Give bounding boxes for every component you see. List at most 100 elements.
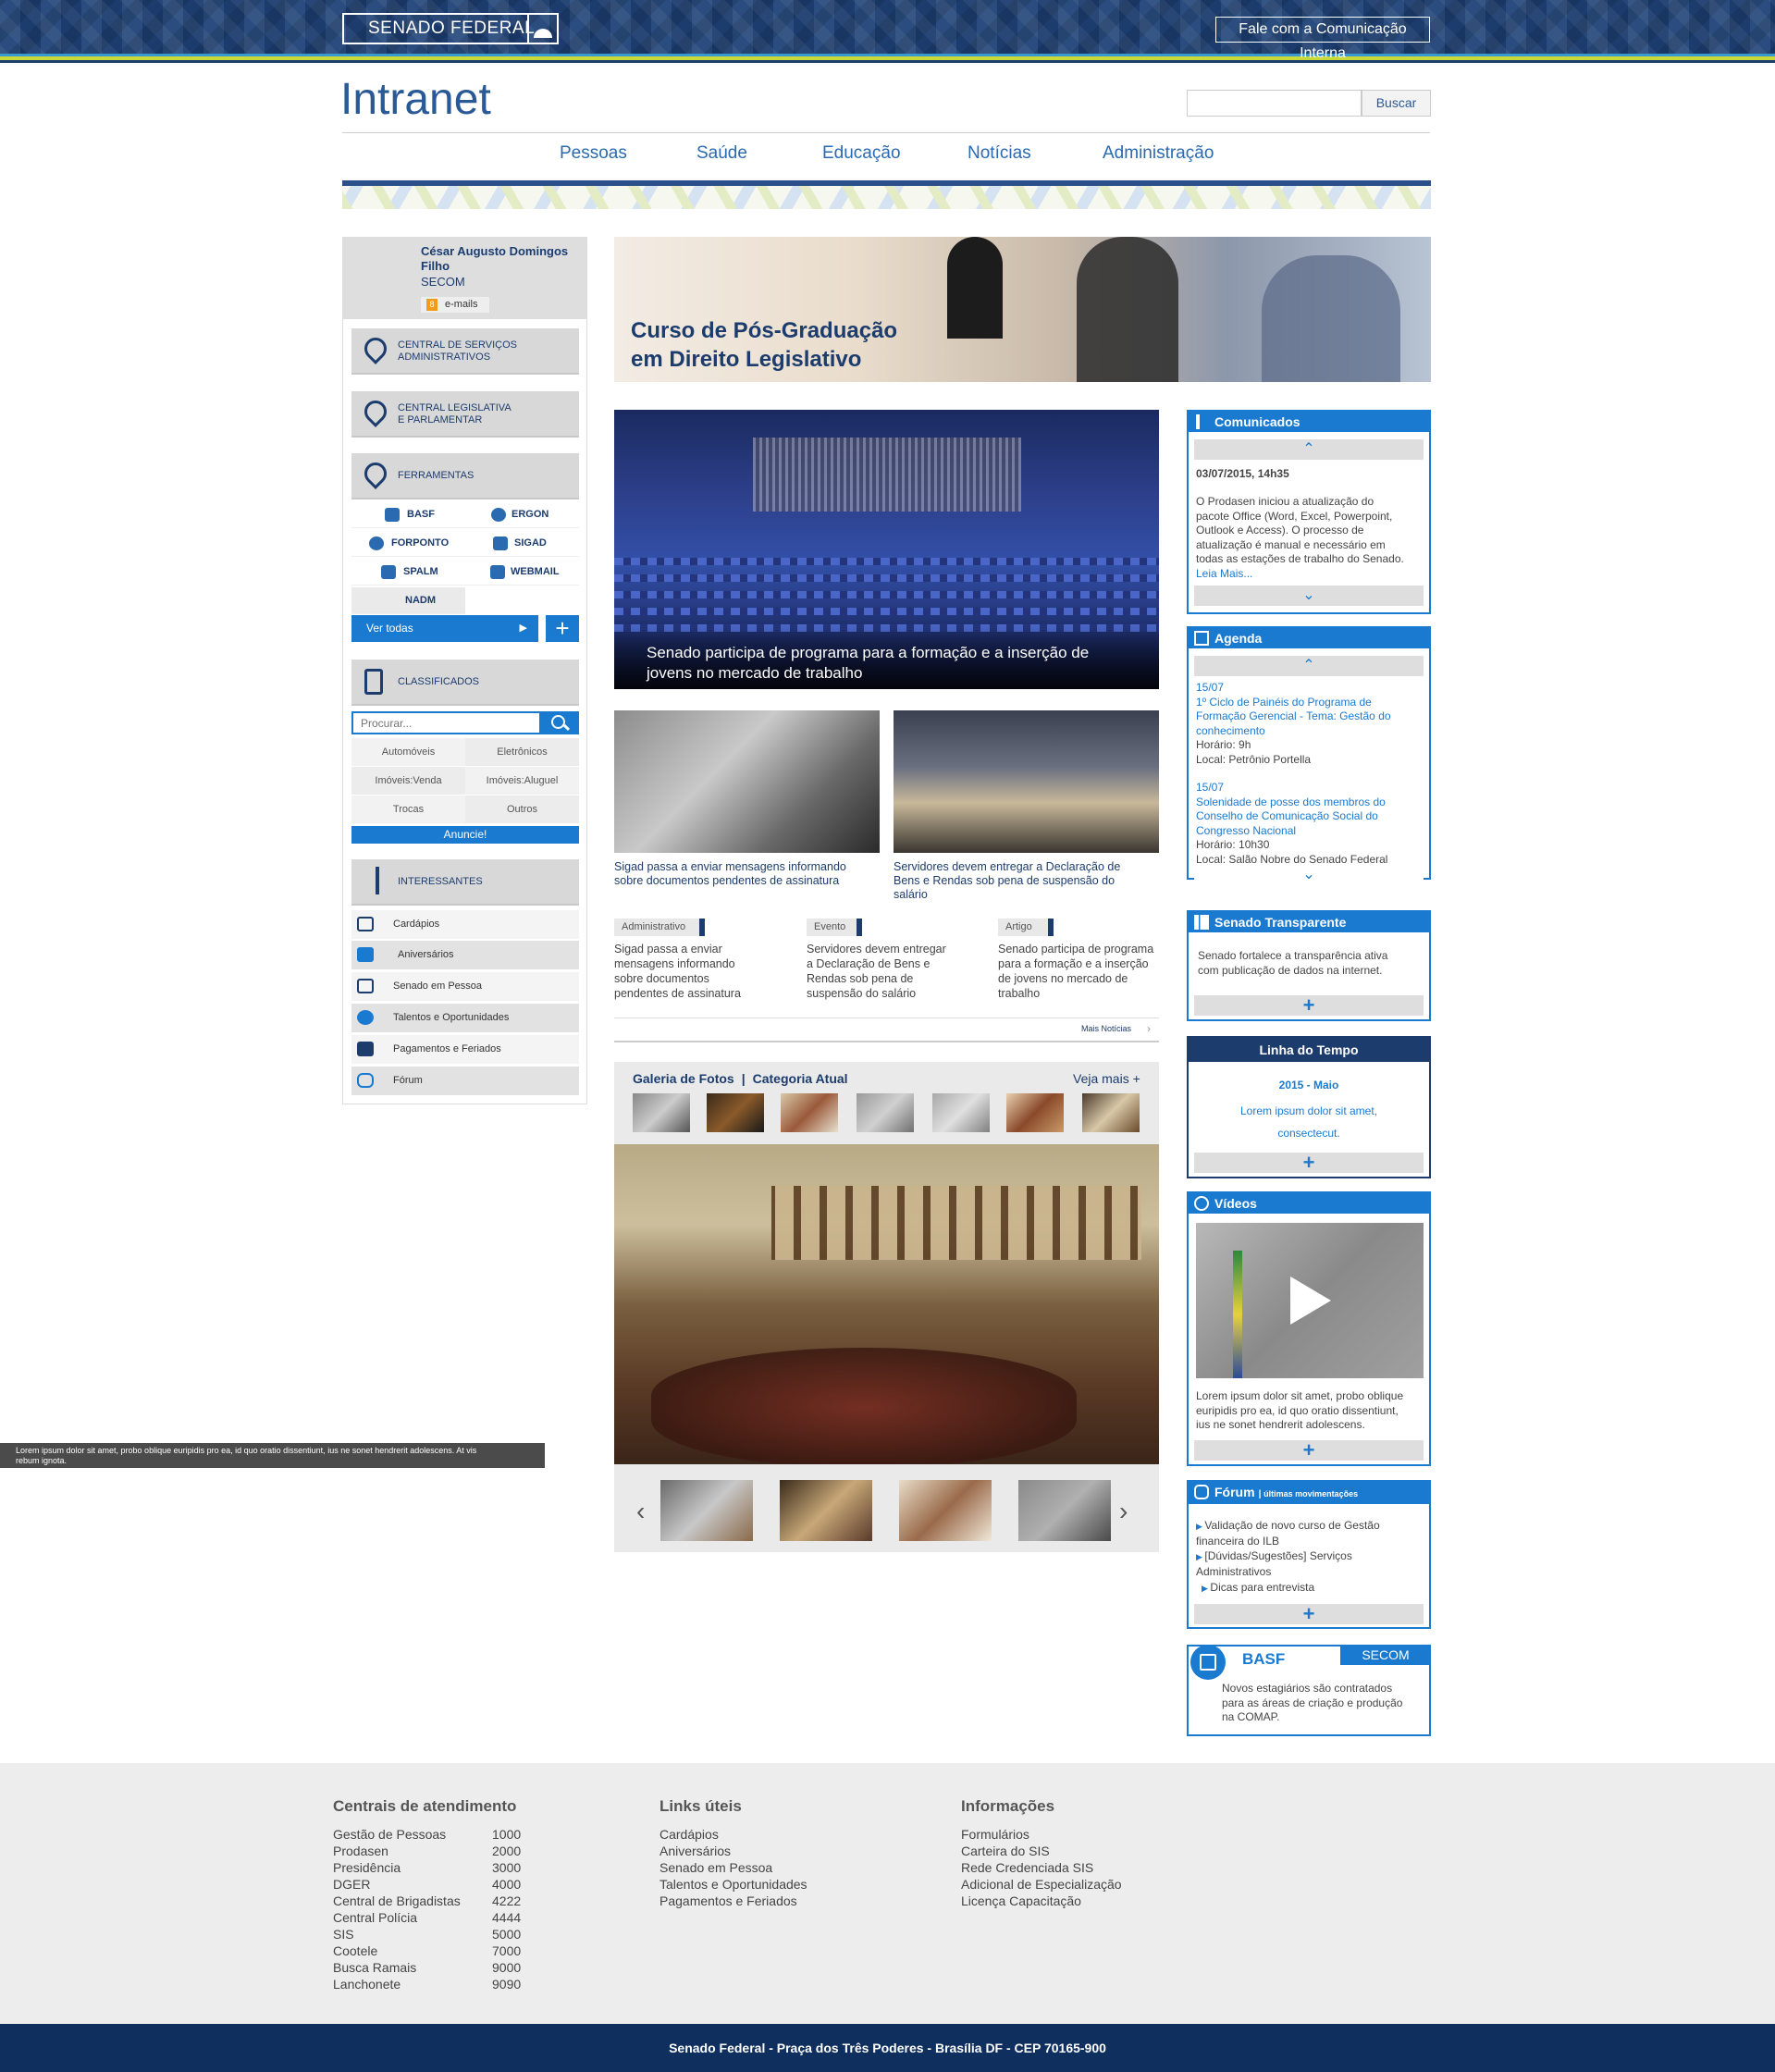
- add-tool-button[interactable]: +: [546, 615, 579, 642]
- tag-evento[interactable]: Evento: [807, 919, 862, 936]
- link-forum[interactable]: Fórum: [351, 1067, 579, 1095]
- forum-item-3[interactable]: ▶ Dicas para entrevista: [1202, 1581, 1314, 1597]
- basf-text[interactable]: Novos estagiários são contratados para as…: [1222, 1682, 1402, 1725]
- gallery-strip-thumb[interactable]: [899, 1480, 992, 1541]
- news-title-2[interactable]: Servidores devem entregar a Declaração d…: [894, 860, 1159, 902]
- interessantes-header[interactable]: INTERESSANTES: [351, 859, 579, 906]
- footer-link[interactable]: Formulários: [961, 1826, 1122, 1843]
- tagged-news-2[interactable]: Servidores devem entregar a Declaração de…: [807, 942, 975, 1001]
- scroll-up-button[interactable]: ⌃: [1194, 656, 1424, 676]
- gallery-next-button[interactable]: ›: [1119, 1497, 1128, 1526]
- gallery-main-photo[interactable]: [614, 1144, 1159, 1464]
- video-player[interactable]: [1196, 1223, 1424, 1378]
- link-senado-em-pessoa[interactable]: Senado em Pessoa: [351, 972, 579, 1001]
- scroll-down-button[interactable]: ⌄: [1194, 586, 1424, 606]
- footer-link[interactable]: Pagamentos e Feriados: [659, 1893, 807, 1909]
- news-title-1[interactable]: Sigad passa a enviar mensagens informand…: [614, 860, 880, 888]
- footer-link[interactable]: Talentos e Oportunidades: [659, 1876, 807, 1893]
- email-link[interactable]: 8 e-mails: [421, 297, 489, 313]
- footer-link[interactable]: Adicional de Especialização: [961, 1876, 1122, 1893]
- tool-webmail[interactable]: WEBMAIL: [465, 559, 579, 586]
- gallery-category[interactable]: Categoria Atual: [753, 1071, 848, 1086]
- tagged-news-1[interactable]: Sigad passa a enviar mensagens informando…: [614, 942, 783, 1001]
- tool-sigad[interactable]: SIGAD: [465, 530, 579, 557]
- tag-administrativo[interactable]: Administrativo: [614, 919, 705, 936]
- ver-todas-button[interactable]: Ver todas ▶: [351, 615, 538, 642]
- nav-pessoas[interactable]: Pessoas: [560, 143, 627, 164]
- link-pagamentos[interactable]: Pagamentos e Feriados: [351, 1035, 579, 1064]
- gallery-thumb[interactable]: [1006, 1093, 1064, 1132]
- gallery-strip-thumb[interactable]: [1018, 1480, 1111, 1541]
- ferramentas-header[interactable]: FERRAMENTAS: [351, 453, 579, 500]
- search-button[interactable]: Buscar: [1362, 90, 1431, 117]
- videos-plus-button[interactable]: +: [1194, 1440, 1424, 1461]
- central-legislativa-link[interactable]: CENTRAL LEGISLATIVA E PARLAMENTAR: [351, 391, 579, 438]
- central-extension: 4222: [492, 1893, 522, 1908]
- footer-link[interactable]: Senado em Pessoa: [659, 1859, 807, 1876]
- link-talentos[interactable]: Talentos e Oportunidades: [351, 1004, 579, 1032]
- nav-administracao[interactable]: Administração: [1103, 143, 1214, 164]
- footer-link[interactable]: Aniversários: [659, 1843, 807, 1859]
- classificados-search-button[interactable]: [541, 711, 579, 734]
- footer-link[interactable]: Carteira do SIS: [961, 1843, 1122, 1859]
- footer-link[interactable]: Rede Credenciada SIS: [961, 1859, 1122, 1876]
- cat-imoveis-aluguel[interactable]: Imóveis:Aluguel: [465, 767, 579, 796]
- search-input[interactable]: [1187, 90, 1362, 117]
- agenda-event-1[interactable]: 15/07 1º Ciclo de Painéis do Programa de F…: [1196, 681, 1391, 767]
- gallery-more-link[interactable]: Veja mais +: [1073, 1071, 1140, 1086]
- timeline-text[interactable]: Lorem ipsum dolor sit amet, consectecut.: [1189, 1100, 1429, 1144]
- classificados-search-input[interactable]: [351, 711, 541, 734]
- gallery-thumb[interactable]: [781, 1093, 838, 1132]
- forum-item-1[interactable]: ▶ Validação de novo curso de Gestão finan…: [1196, 1519, 1380, 1548]
- agenda-event-2[interactable]: 15/07 Solenidade de posse dos membros do C…: [1196, 781, 1387, 867]
- timeline-plus-button[interactable]: +: [1194, 1153, 1424, 1173]
- footer-link[interactable]: Cardápios: [659, 1826, 807, 1843]
- forum-plus-button[interactable]: +: [1194, 1604, 1424, 1624]
- leia-mais-link[interactable]: Leia Mais...: [1196, 567, 1404, 582]
- gallery-thumb[interactable]: [857, 1093, 914, 1132]
- gallery-strip-thumb[interactable]: [660, 1480, 753, 1541]
- footer-central-row: SIS 5000: [333, 1926, 527, 1942]
- gallery-thumb[interactable]: [707, 1093, 764, 1132]
- gallery-title[interactable]: Galeria de Fotos: [633, 1071, 734, 1086]
- cat-automoveis[interactable]: Automóveis: [351, 738, 465, 767]
- anuncie-button[interactable]: Anuncie!: [351, 826, 579, 844]
- gallery-strip-thumb[interactable]: [780, 1480, 872, 1541]
- basf-tab-secom[interactable]: SECOM: [1340, 1645, 1431, 1665]
- cat-trocas[interactable]: Trocas: [351, 796, 465, 824]
- main-news-photo[interactable]: Senado participa de programa para a form…: [614, 410, 1159, 689]
- tagged-news-3[interactable]: Senado participa de programa para a forma…: [998, 942, 1166, 1001]
- play-icon[interactable]: [1290, 1276, 1331, 1325]
- nav-saude[interactable]: Saúde: [696, 143, 747, 164]
- cat-eletronicos[interactable]: Eletrônicos: [465, 738, 579, 767]
- tool-spalm[interactable]: SPALM: [351, 559, 465, 586]
- senado-logo[interactable]: SENADO FEDERAL: [342, 13, 559, 44]
- hero-banner[interactable]: Curso de Pós-Graduação em Direito Legisla…: [614, 237, 1431, 382]
- link-cardapios[interactable]: Cardápios: [351, 910, 579, 939]
- classificados-header[interactable]: CLASSIFICADOS: [351, 660, 579, 706]
- cat-imoveis-venda[interactable]: Imóveis:Venda: [351, 767, 465, 796]
- gallery-thumb[interactable]: [1082, 1093, 1140, 1132]
- gallery-prev-button[interactable]: ‹: [636, 1497, 645, 1526]
- nav-educacao[interactable]: Educação: [822, 143, 901, 164]
- central-servicos-link[interactable]: CENTRAL DE SERVIÇOS ADMINISTRATIVOS: [351, 328, 579, 375]
- tool-forponto[interactable]: FORPONTO: [351, 530, 465, 557]
- contact-link[interactable]: Fale com a Comunicação Interna: [1215, 17, 1430, 61]
- tool-basf[interactable]: BASF: [351, 501, 465, 528]
- tag-artigo[interactable]: Artigo: [998, 919, 1054, 936]
- gallery-thumb[interactable]: [633, 1093, 690, 1132]
- gallery-thumb[interactable]: [932, 1093, 990, 1132]
- link-aniversarios[interactable]: Aniversários: [351, 941, 579, 969]
- tool-ergon[interactable]: ERGON: [465, 501, 579, 528]
- nav-noticias[interactable]: Notícias: [968, 143, 1031, 164]
- footer-link[interactable]: Licença Capacitação: [961, 1893, 1122, 1909]
- tool-nadm[interactable]: NADM: [351, 587, 465, 614]
- scroll-up-button[interactable]: ⌃: [1194, 439, 1424, 460]
- scroll-down-button[interactable]: ⌄: [1194, 868, 1424, 882]
- forum-item-2[interactable]: ▶ [Dúvidas/Sugestões] Serviços Administra…: [1196, 1549, 1352, 1579]
- news-photo-2[interactable]: [894, 710, 1159, 853]
- mais-noticias-link[interactable]: Mais Notícias: [1081, 1024, 1131, 1033]
- transparente-plus-button[interactable]: +: [1194, 995, 1424, 1016]
- news-photo-1[interactable]: [614, 710, 880, 853]
- cat-outros[interactable]: Outros: [465, 796, 579, 824]
